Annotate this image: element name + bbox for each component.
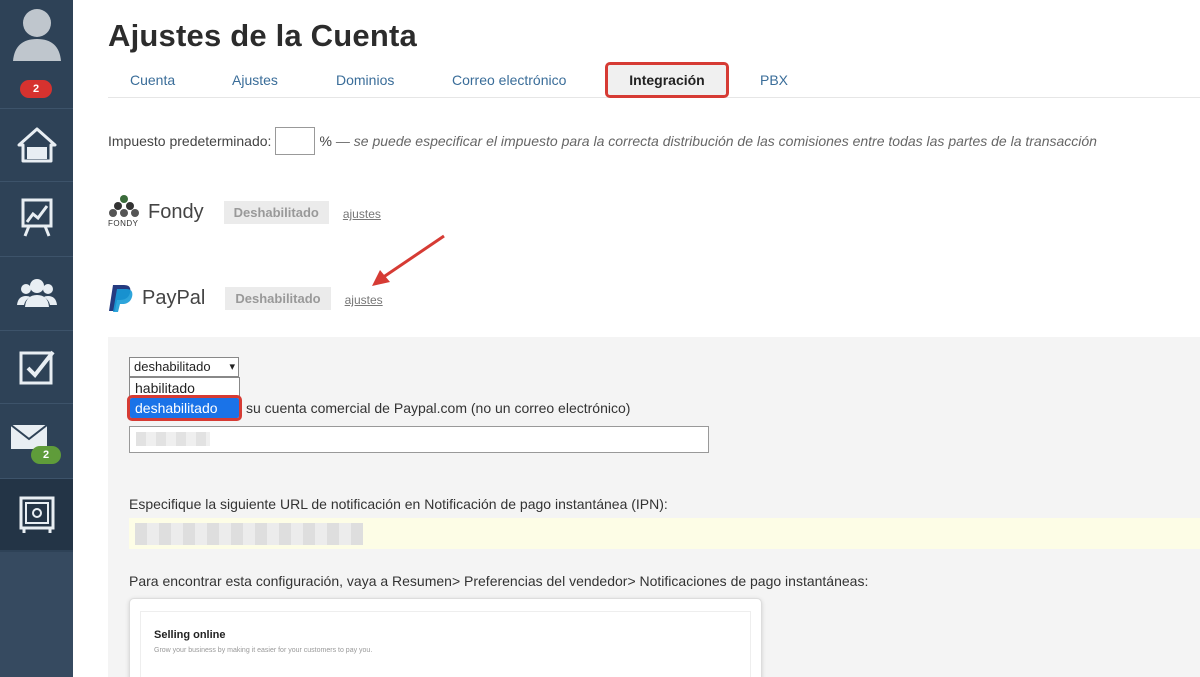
tax-hint: — se puede especificar el impuesto para … [335, 133, 1097, 149]
paypal-status-select[interactable]: deshabilitado ▾ [129, 357, 239, 377]
tax-label: Impuesto predeterminado: [108, 133, 272, 149]
fondy-name: Fondy [148, 200, 204, 223]
chart-board-icon [21, 198, 52, 237]
tab-ajustes[interactable]: Ajustes [232, 72, 278, 88]
default-tax-row: Impuesto predeterminado: % — se puede es… [108, 127, 1097, 155]
annotation-arrow-icon [372, 234, 445, 286]
tax-unit: % [319, 133, 332, 149]
tab-bar: Cuenta Ajustes Dominios Correo electróni… [108, 62, 1200, 98]
checkbox-icon [19, 350, 55, 384]
users-icon [16, 278, 57, 307]
screenshot-title: Selling online [154, 629, 226, 641]
paypal-settings-screenshot: Selling online Grow your business by mak… [129, 598, 762, 677]
screenshot-subtitle: Grow your business by making it easier f… [154, 647, 373, 654]
status-dropdown: habilitado deshabilitado [127, 377, 242, 421]
tab-correo[interactable]: Correo electrónico [452, 72, 566, 88]
user-avatar[interactable] [0, 0, 73, 66]
account-label: su cuenta comercial de Paypal.com (no un… [246, 400, 631, 416]
safe-icon [19, 496, 54, 533]
sidebar-item-contacts[interactable] [0, 256, 73, 328]
notifications-badge[interactable]: 2 [20, 80, 52, 98]
fondy-settings-link[interactable]: ajustes [343, 207, 381, 221]
mail-badge: 2 [31, 446, 61, 464]
paypal-logo-icon [109, 285, 133, 312]
fondy-logo-text: FONDY [108, 219, 139, 228]
sidebar-item-mail[interactable] [0, 403, 73, 475]
sidebar: 2 2 [0, 0, 73, 677]
fondy-logo-icon [109, 195, 139, 217]
sidebar-item-tasks[interactable] [0, 330, 73, 402]
tab-cuenta[interactable]: Cuenta [130, 72, 175, 88]
option-habilitado[interactable]: habilitado [130, 378, 239, 398]
option-deshabilitado[interactable]: deshabilitado [127, 395, 242, 421]
fondy-logo: FONDY [108, 194, 140, 230]
home-icon [17, 127, 56, 162]
fondy-status-badge: Deshabilitado [223, 200, 329, 224]
tab-dominios[interactable]: Dominios [336, 72, 394, 88]
sidebar-item-safe[interactable] [0, 478, 73, 550]
screenshot-frame [140, 611, 751, 677]
find-settings-label: Para encontrar esta configuración, vaya … [129, 573, 869, 589]
ipn-label: Especifique la siguiente URL de notifica… [129, 496, 668, 512]
sidebar-item-reports[interactable] [0, 181, 73, 253]
paypal-name: PayPal [142, 286, 206, 309]
page-title: Ajustes de la Cuenta [108, 18, 417, 53]
tax-input[interactable] [275, 127, 316, 155]
gateway-paypal: PayPal Deshabilitado ajustes [108, 284, 383, 312]
redacted-url [135, 523, 363, 545]
tab-integracion[interactable]: Integración [605, 62, 729, 98]
user-icon [12, 9, 61, 61]
paypal-settings-panel: deshabilitado ▾ habilitado deshabilitado… [108, 337, 1200, 677]
gateway-fondy: FONDY Fondy Deshabilitado ajustes [108, 194, 381, 230]
paypal-status-badge: Deshabilitado [225, 286, 331, 310]
tab-pbx[interactable]: PBX [760, 72, 788, 88]
sidebar-item-home[interactable] [0, 108, 73, 180]
paypal-settings-link[interactable]: ajustes [345, 293, 383, 307]
chevron-down-icon: ▾ [229, 361, 235, 373]
sidebar-footer [0, 552, 73, 677]
select-value: deshabilitado [134, 359, 211, 374]
ipn-url-box[interactable] [129, 518, 1200, 549]
redacted-value [136, 432, 210, 446]
paypal-account-input[interactable] [129, 426, 709, 453]
